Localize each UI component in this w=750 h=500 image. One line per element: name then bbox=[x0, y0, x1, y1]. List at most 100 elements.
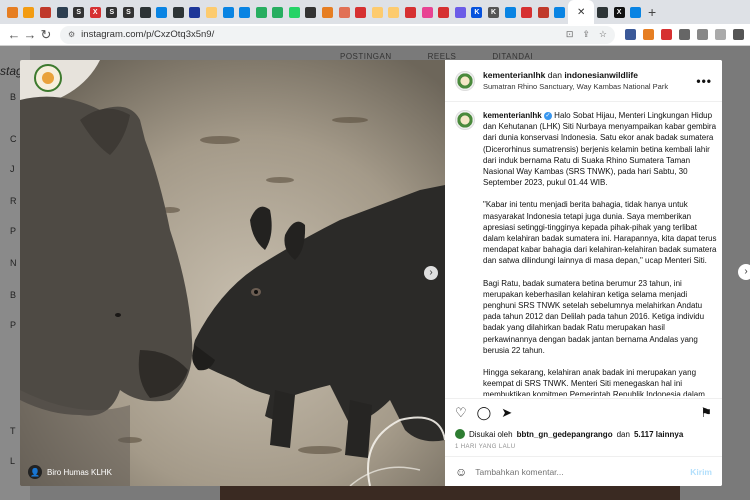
left-nav-item[interactable]: T bbox=[10, 426, 16, 436]
tab-favicon-icon bbox=[338, 6, 350, 18]
browser-tab[interactable] bbox=[286, 0, 303, 24]
left-nav-item[interactable]: R bbox=[10, 196, 17, 206]
browser-tab[interactable] bbox=[303, 0, 320, 24]
browser-tab[interactable] bbox=[137, 0, 154, 24]
browser-tab[interactable] bbox=[452, 0, 469, 24]
left-nav-item[interactable]: C bbox=[10, 134, 17, 144]
liker-link[interactable]: bbtn_gn_gedepangrango bbox=[517, 430, 613, 439]
next-post-icon[interactable]: › bbox=[738, 264, 750, 280]
avatar[interactable] bbox=[455, 110, 475, 130]
install-app-icon[interactable]: ⊡ bbox=[566, 29, 574, 40]
browser-tab[interactable]: S bbox=[70, 0, 87, 24]
author-link[interactable]: kementerianlhk bbox=[483, 70, 545, 80]
close-tab-icon[interactable]: ✕ bbox=[577, 7, 585, 18]
share-send-icon[interactable]: ➤ bbox=[501, 405, 512, 421]
browser-tab[interactable]: X bbox=[87, 0, 104, 24]
browser-tab[interactable] bbox=[153, 0, 170, 24]
tab-favicon-icon bbox=[388, 6, 400, 18]
like-heart-icon[interactable]: ♡ bbox=[455, 405, 467, 421]
tab-favicon-icon bbox=[239, 6, 251, 18]
more-options-icon[interactable]: ••• bbox=[696, 74, 712, 88]
download-icon[interactable] bbox=[697, 29, 708, 40]
browser-tab[interactable] bbox=[336, 0, 353, 24]
extension-icon[interactable] bbox=[625, 29, 636, 40]
post-photo[interactable]: 👤 Biro Humas KLHK › bbox=[20, 60, 445, 486]
browser-tab[interactable] bbox=[419, 0, 436, 24]
post-sidebar: kementerianlhk dan indonesianwildlife Su… bbox=[445, 60, 722, 486]
browser-tab[interactable]: S bbox=[104, 0, 121, 24]
new-tab-icon[interactable]: + bbox=[648, 4, 656, 20]
browser-tab[interactable] bbox=[203, 0, 220, 24]
browser-tab[interactable] bbox=[535, 0, 552, 24]
tab-favicon-icon bbox=[504, 6, 516, 18]
browser-tab[interactable]: K bbox=[485, 0, 502, 24]
post-comment-button[interactable]: Kirim bbox=[690, 467, 712, 477]
left-nav-item[interactable]: P bbox=[10, 320, 16, 330]
tab-favicon-icon: X bbox=[613, 6, 625, 18]
browser-tab[interactable] bbox=[319, 0, 336, 24]
user-tag-icon[interactable]: 👤 bbox=[28, 465, 42, 479]
browser-tab[interactable]: X bbox=[611, 0, 628, 24]
left-nav-item[interactable]: B bbox=[10, 290, 16, 300]
extension-icon[interactable] bbox=[661, 29, 672, 40]
site-info-icon[interactable]: ⚙ bbox=[68, 30, 75, 39]
browser-tab[interactable]: S bbox=[120, 0, 137, 24]
puzzle-icon[interactable] bbox=[679, 29, 690, 40]
browser-tab[interactable] bbox=[54, 0, 71, 24]
browser-tab[interactable] bbox=[552, 0, 569, 24]
url-bar[interactable]: ⚙ instagram.com/p/CxzOtq3x5n9/ ⊡ ⇪ ☆ bbox=[60, 25, 615, 44]
browser-tab[interactable] bbox=[386, 0, 403, 24]
browser-tab[interactable] bbox=[270, 0, 287, 24]
left-nav-item[interactable]: P bbox=[10, 226, 16, 236]
browser-tab[interactable] bbox=[253, 0, 270, 24]
tab-favicon-icon bbox=[23, 6, 35, 18]
post-timestamp[interactable]: 1 HARI YANG LALU bbox=[455, 444, 516, 450]
extension-icon[interactable] bbox=[643, 29, 654, 40]
avatar[interactable] bbox=[455, 70, 475, 91]
collab-link[interactable]: indonesianwildlife bbox=[564, 70, 638, 80]
browser-tab[interactable] bbox=[627, 0, 644, 24]
browser-tab[interactable] bbox=[187, 0, 204, 24]
left-nav-item[interactable]: N bbox=[10, 258, 17, 268]
browser-tab[interactable] bbox=[369, 0, 386, 24]
reload-icon[interactable]: ↻ bbox=[38, 27, 54, 43]
forward-icon[interactable]: → bbox=[22, 27, 38, 42]
browser-tab[interactable] bbox=[402, 0, 419, 24]
browser-tab[interactable] bbox=[37, 0, 54, 24]
tab-favicon-icon bbox=[454, 6, 466, 18]
bookmark-icon[interactable]: ⚑ bbox=[700, 405, 712, 421]
browser-tab[interactable] bbox=[21, 0, 38, 24]
left-nav-item[interactable]: J bbox=[10, 164, 15, 174]
browser-tab[interactable] bbox=[502, 0, 519, 24]
left-nav-item[interactable]: B bbox=[10, 92, 16, 102]
post-header-text: kementerianlhk dan indonesianwildlife Su… bbox=[483, 70, 696, 91]
active-browser-tab[interactable]: ✕ bbox=[568, 0, 595, 24]
share-icon[interactable]: ⇪ bbox=[582, 29, 590, 40]
browser-tab[interactable] bbox=[220, 0, 237, 24]
browser-tab[interactable]: K bbox=[469, 0, 486, 24]
browser-tab[interactable] bbox=[4, 0, 21, 24]
caption-author-link[interactable]: kementerianlhk bbox=[483, 111, 542, 120]
browser-tab[interactable] bbox=[518, 0, 535, 24]
comment-input[interactable] bbox=[475, 466, 691, 477]
carousel-next-icon[interactable]: › bbox=[424, 266, 438, 280]
browser-tab[interactable] bbox=[170, 0, 187, 24]
tab-favicon-icon bbox=[288, 6, 300, 18]
browser-tab[interactable] bbox=[435, 0, 452, 24]
bookmark-star-icon[interactable]: ☆ bbox=[599, 29, 607, 40]
left-nav-item[interactable]: L bbox=[10, 456, 15, 466]
back-icon[interactable]: ← bbox=[6, 27, 22, 42]
browser-tab[interactable] bbox=[594, 0, 611, 24]
liked-connector: dan bbox=[616, 429, 630, 439]
post-caption: kementerianlhk ✓ Halo Sobat Hijau, Mente… bbox=[455, 110, 717, 396]
sidepanel-icon[interactable] bbox=[715, 29, 726, 40]
photo-credit: 👤 Biro Humas KLHK bbox=[28, 465, 112, 479]
browser-tab[interactable] bbox=[236, 0, 253, 24]
comment-icon[interactable]: ◯ bbox=[477, 405, 492, 421]
liker-avatar[interactable] bbox=[455, 429, 465, 439]
profile-icon[interactable] bbox=[733, 29, 744, 40]
browser-tab[interactable] bbox=[352, 0, 369, 24]
location-link[interactable]: Sumatran Rhino Sanctuary, Way Kambas Nat… bbox=[483, 82, 696, 91]
emoji-icon[interactable]: ☺ bbox=[455, 465, 467, 479]
likes-others-link[interactable]: 5.117 lainnya bbox=[634, 430, 683, 439]
